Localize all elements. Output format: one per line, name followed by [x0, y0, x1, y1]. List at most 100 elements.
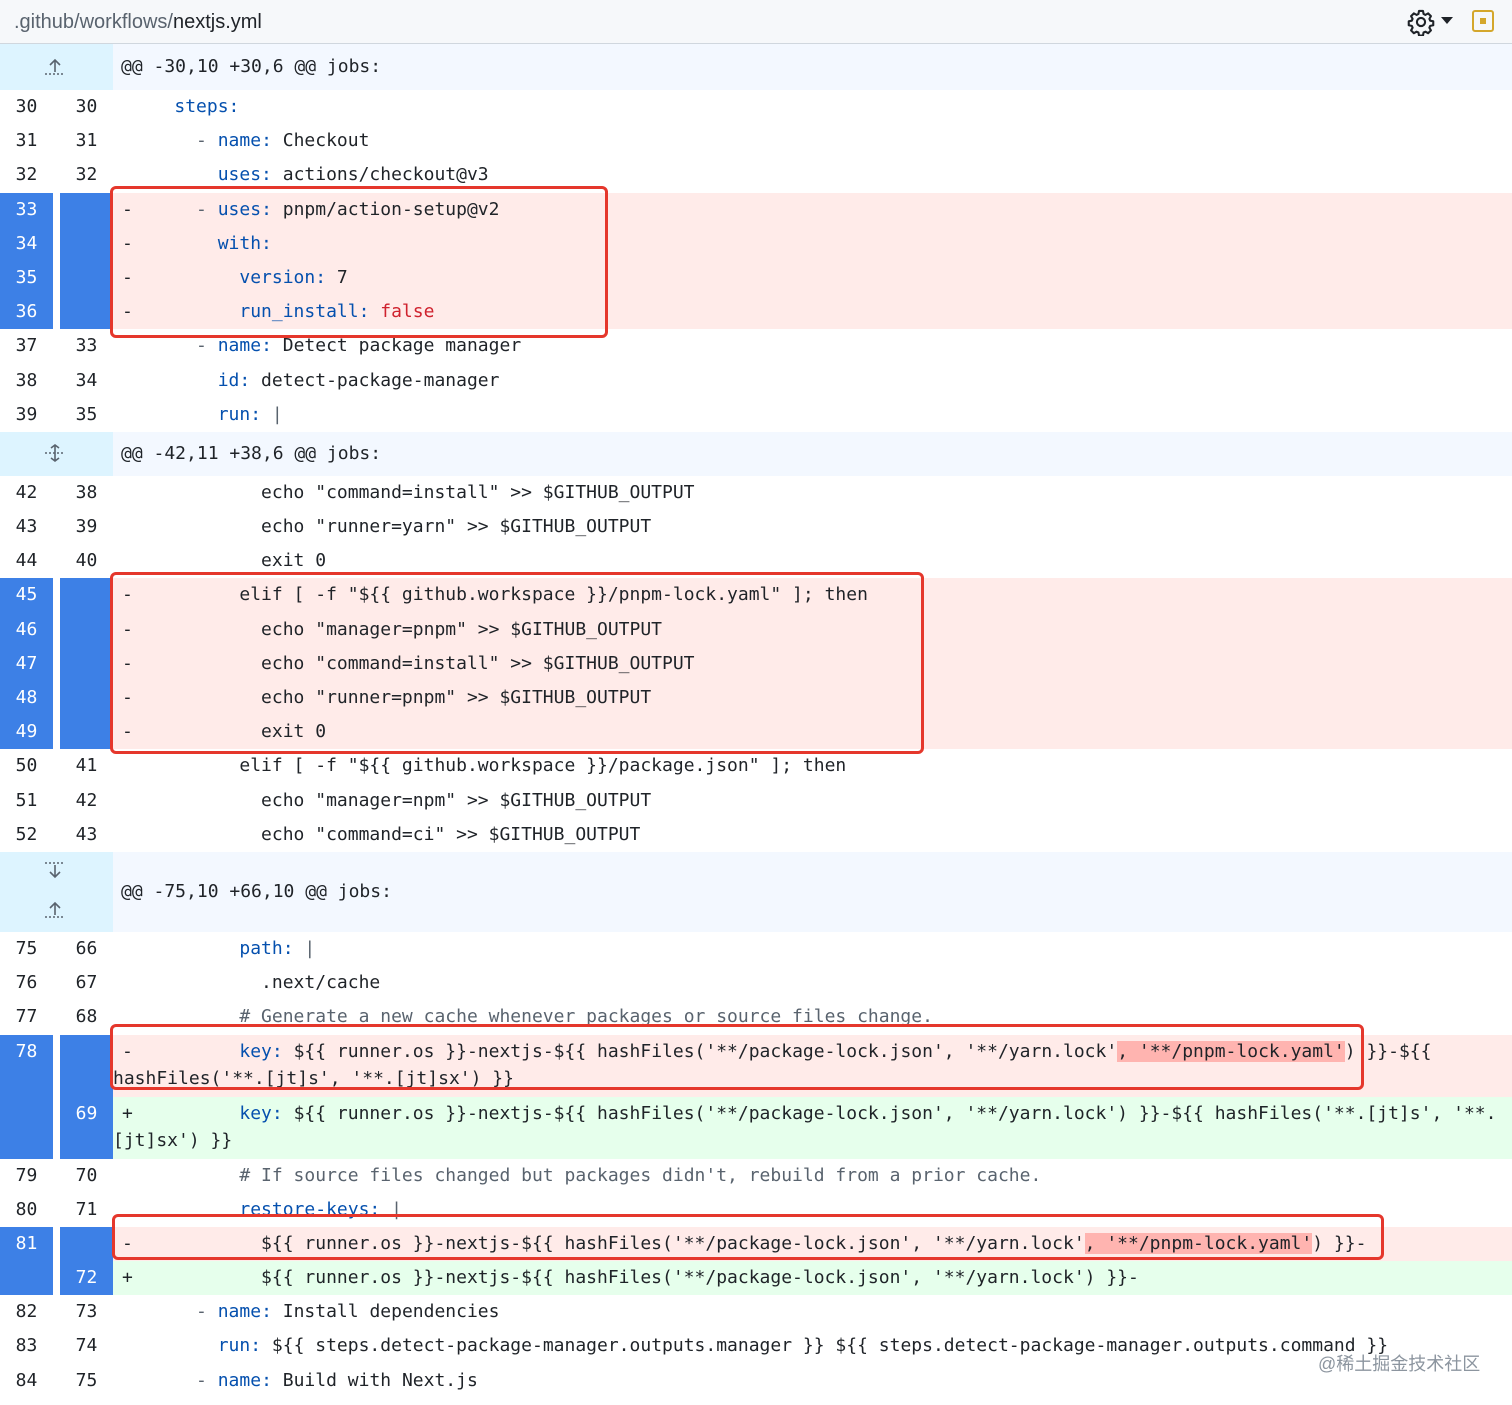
old-line-number[interactable]: 82 [0, 1295, 53, 1330]
old-line-number[interactable] [0, 1261, 53, 1296]
old-line-number[interactable]: 32 [0, 158, 53, 193]
diff-line[interactable]: 42 38 echo "command=install" >> $GITHUB_O… [0, 475, 1512, 511]
diff-line[interactable]: 76 67 .next/cache [0, 966, 1512, 1001]
chevron-down-icon[interactable] [1441, 17, 1453, 24]
hunk-text: @@ -30,10 +30,6 @@ jobs: [113, 44, 1512, 90]
new-line-number[interactable] [60, 612, 113, 647]
old-line-number[interactable]: 79 [0, 1158, 53, 1193]
code-line: echo "manager=npm" >> $GITHUB_OUTPUT [113, 783, 1512, 818]
old-line-number[interactable]: 52 [0, 817, 53, 852]
new-line-number[interactable]: 39 [60, 510, 113, 545]
new-line-number[interactable]: 72 [60, 1261, 113, 1296]
old-line-number[interactable]: 30 [0, 90, 53, 125]
new-line-number[interactable]: 42 [60, 783, 113, 818]
diff-line[interactable]: 39 35 run: | [0, 397, 1512, 432]
old-line-number[interactable]: 77 [0, 1000, 53, 1035]
new-line-number[interactable]: 43 [60, 817, 113, 852]
diff-line[interactable]: 69 + key: ${{ runner.os }}-nextjs-${{ has… [0, 1096, 1512, 1159]
new-line-number[interactable]: 67 [60, 966, 113, 1001]
old-line-number[interactable]: 42 [0, 475, 53, 511]
old-line-number[interactable]: 75 [0, 931, 53, 967]
old-line-number[interactable]: 34 [0, 226, 53, 261]
new-line-number[interactable]: 73 [60, 1295, 113, 1330]
diff-line[interactable]: 31 31 - name: Checkout [0, 124, 1512, 159]
new-line-number[interactable]: 74 [60, 1329, 113, 1364]
diff-line[interactable]: 84 75 - name: Build with Next.js [0, 1363, 1512, 1398]
new-line-number[interactable] [60, 715, 113, 750]
old-line-number[interactable]: 33 [0, 192, 53, 227]
diff-line[interactable]: 51 42 echo "manager=npm" >> $GITHUB_OUTPU… [0, 783, 1512, 818]
new-line-number[interactable]: 30 [60, 90, 113, 125]
old-line-number[interactable]: 43 [0, 510, 53, 545]
new-line-number[interactable]: 68 [60, 1000, 113, 1035]
new-line-number[interactable]: 31 [60, 124, 113, 159]
old-line-number[interactable]: 76 [0, 966, 53, 1001]
diff-line[interactable]: 38 34 id: detect-package-manager [0, 363, 1512, 398]
new-line-number[interactable] [60, 1226, 113, 1262]
old-line-number[interactable]: 80 [0, 1192, 53, 1227]
old-line-number[interactable]: 46 [0, 612, 53, 647]
diff-line[interactable]: 50 41 elif [ -f "${{ github.workspace }}/… [0, 749, 1512, 784]
old-line-number[interactable]: 36 [0, 295, 53, 330]
new-line-number[interactable]: 40 [60, 544, 113, 579]
new-line-number[interactable]: 71 [60, 1192, 113, 1227]
new-line-number[interactable]: 75 [60, 1363, 113, 1398]
code-text: | [261, 403, 283, 425]
expand-both-icon[interactable] [0, 432, 113, 476]
old-line-number[interactable]: 83 [0, 1329, 53, 1364]
new-line-number[interactable]: 35 [60, 397, 113, 432]
old-line-number[interactable]: 84 [0, 1363, 53, 1398]
new-line-number[interactable]: 70 [60, 1158, 113, 1193]
new-line-number[interactable]: 69 [60, 1096, 113, 1159]
old-line-number[interactable]: 37 [0, 329, 53, 364]
yaml-key: run: [217, 403, 262, 425]
old-line-number[interactable]: 49 [0, 715, 53, 750]
new-line-number[interactable] [60, 1034, 113, 1097]
diff-line[interactable]: 79 70 # If source files changed but packa… [0, 1158, 1512, 1193]
view-file-icon[interactable] [1472, 10, 1494, 32]
old-line-number[interactable]: 31 [0, 124, 53, 159]
old-line-number[interactable]: 35 [0, 260, 53, 296]
diff-line[interactable]: 75 66 path: | [0, 931, 1512, 967]
old-line-number[interactable]: 38 [0, 363, 53, 398]
diff-line[interactable]: 72 + ${{ runner.os }}-nextjs-${{ hashFile… [0, 1261, 1512, 1296]
new-line-number[interactable]: 32 [60, 158, 113, 193]
new-line-number[interactable] [60, 295, 113, 330]
old-line-number[interactable]: 78 [0, 1034, 53, 1097]
old-line-number[interactable]: 45 [0, 578, 53, 613]
new-line-number[interactable] [60, 192, 113, 227]
diff-line[interactable]: 83 74 run: ${{ steps.detect-package-manag… [0, 1329, 1512, 1364]
file-path[interactable]: .github/workflows/nextjs.yml [14, 11, 262, 34]
diff-marker: + [122, 1102, 133, 1124]
diff-line[interactable]: 30 30 steps: [0, 90, 1512, 125]
expand-up-icon[interactable] [0, 44, 113, 90]
old-line-number[interactable]: 44 [0, 544, 53, 579]
file-path-prefix: .github/workflows/ [14, 11, 173, 33]
diff-line[interactable]: 82 73 - name: Install dependencies [0, 1295, 1512, 1330]
expand-up-down-icon[interactable] [0, 852, 113, 932]
code-text: .next/cache [261, 972, 381, 994]
old-line-number[interactable]: 81 [0, 1226, 53, 1262]
old-line-number[interactable] [0, 1096, 53, 1159]
new-line-number[interactable] [60, 260, 113, 296]
new-line-number[interactable] [60, 646, 113, 681]
diff-line[interactable]: 52 43 echo "command=ci" >> $GITHUB_OUTPUT [0, 817, 1512, 852]
diff-line[interactable]: 43 39 echo "runner=yarn" >> $GITHUB_OUTPU… [0, 510, 1512, 545]
new-line-number[interactable]: 66 [60, 931, 113, 967]
old-line-number[interactable]: 51 [0, 783, 53, 818]
new-line-number[interactable]: 34 [60, 363, 113, 398]
new-line-number[interactable] [60, 681, 113, 716]
new-line-number[interactable] [60, 226, 113, 261]
new-line-number[interactable]: 41 [60, 749, 113, 784]
code-text: actions/checkout@v3 [271, 164, 489, 186]
old-line-number[interactable]: 48 [0, 681, 53, 716]
old-line-number[interactable]: 47 [0, 646, 53, 681]
new-line-number[interactable]: 33 [60, 329, 113, 364]
old-line-number[interactable]: 39 [0, 397, 53, 432]
new-line-number[interactable]: 38 [60, 475, 113, 511]
gear-icon[interactable] [1407, 8, 1435, 36]
new-line-number[interactable] [60, 578, 113, 613]
old-line-number[interactable]: 50 [0, 749, 53, 784]
